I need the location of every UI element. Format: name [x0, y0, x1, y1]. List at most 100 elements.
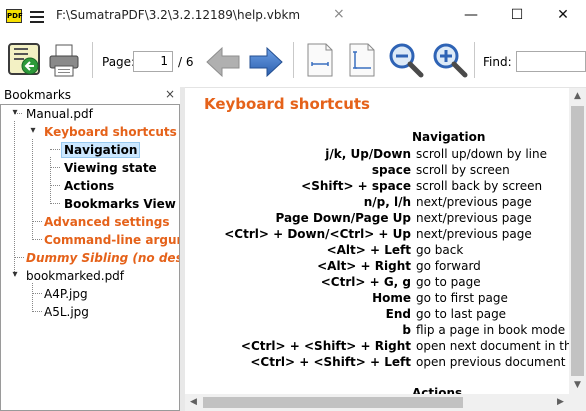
- bookmark-a4p-jpg[interactable]: A4P.jpg: [44, 286, 88, 302]
- find-input[interactable]: [516, 51, 586, 72]
- shortcut-row: space scroll by screen: [185, 162, 569, 178]
- zoom-out-icon[interactable]: [388, 42, 424, 78]
- shortcut-desc: flip a page in book mode: [416, 323, 566, 337]
- bookmark-navigation[interactable]: Navigation: [61, 142, 141, 158]
- bookmarks-title: Bookmarks: [4, 88, 72, 102]
- shortcut-desc: go back: [416, 243, 464, 257]
- close-button[interactable]: ✕: [540, 0, 586, 30]
- tree-expander-icon[interactable]: ▾: [28, 125, 38, 136]
- bookmarks-close-icon[interactable]: ×: [165, 87, 175, 101]
- shortcut-key: <Ctrl> + <Shift> + Right: [240, 339, 411, 353]
- toolbar: Page: 1 / 6 Find:: [0, 30, 586, 88]
- page-heading: Keyboard shortcuts: [204, 95, 370, 113]
- shortcut-row: <Ctrl> + <Shift> + Right open next docume…: [185, 338, 569, 354]
- shortcut-desc: go to page: [416, 275, 481, 289]
- shortcut-row: b flip a page in book mode: [185, 322, 569, 338]
- fit-page-icon[interactable]: [302, 42, 338, 78]
- shortcut-key: <Alt> + Left: [326, 243, 411, 257]
- horizontal-scroll-thumb[interactable]: [203, 397, 463, 408]
- shortcut-key: Page Down/Page Up: [275, 211, 411, 225]
- shortcut-desc: scroll up/down by line: [416, 147, 547, 161]
- tree-line: [14, 257, 24, 258]
- shortcut-row: End go to last page: [185, 306, 569, 322]
- tab-title[interactable]: F:\SumatraPDF\3.2\3.2.12189\help.vbkm: [56, 8, 300, 22]
- fit-width-icon[interactable]: [344, 42, 380, 78]
- bookmark-command-line[interactable]: Command-line argumen: [44, 232, 179, 248]
- scrollbar-corner: [569, 394, 586, 411]
- vertical-scrollbar[interactable]: ▲ ▼: [569, 88, 586, 394]
- scroll-right-icon[interactable]: ▶: [552, 394, 569, 411]
- section-title: Navigation: [412, 130, 486, 144]
- shortcut-desc: scroll by screen: [416, 163, 510, 177]
- shortcut-row: <Shift> + space scroll back by screen: [185, 178, 569, 194]
- tree-line: [50, 185, 60, 186]
- tree-line: [14, 121, 15, 276]
- shortcut-row: j/k, Up/Down scroll up/down by line: [185, 146, 569, 162]
- shortcut-row: <Ctrl> + G, g go to page: [185, 274, 569, 290]
- shortcut-row: Page Down/Page Up next/previous page: [185, 210, 569, 226]
- shortcut-key: End: [385, 307, 411, 321]
- zoom-in-icon[interactable]: [432, 42, 468, 78]
- shortcut-desc: next/previous page: [416, 211, 532, 225]
- shortcut-desc: go forward: [416, 259, 481, 273]
- tree-line: [50, 167, 60, 168]
- shortcut-key: <Alt> + Right: [317, 259, 411, 273]
- bookmark-manual-pdf[interactable]: Manual.pdf: [26, 106, 93, 122]
- shortcut-row: <Ctrl> + Down/<Ctrl> + Up next/previous p…: [185, 226, 569, 242]
- forward-arrow-icon[interactable]: [248, 44, 284, 80]
- scroll-left-icon[interactable]: ◀: [185, 394, 202, 411]
- shortcut-desc: scroll back by screen: [416, 179, 543, 193]
- bookmarks-tree: ▾ ▾ ▾ Manual.pdf Keyboard shortcuts Navi…: [0, 104, 180, 411]
- bookmark-actions[interactable]: Actions: [64, 178, 114, 194]
- menu-icon[interactable]: [30, 11, 44, 23]
- shortcut-desc: open previous document: [416, 355, 566, 369]
- back-arrow-icon[interactable]: [205, 44, 241, 80]
- shortcut-key: <Ctrl> + Down/<Ctrl> + Up: [224, 227, 411, 241]
- shortcut-row: Home go to first page: [185, 290, 569, 306]
- tree-line: [32, 139, 33, 240]
- shortcut-desc: next/previous page: [416, 227, 532, 241]
- bookmark-viewing-state[interactable]: Viewing state: [64, 160, 157, 176]
- page-number-input[interactable]: 1: [133, 51, 173, 72]
- tree-line: [32, 283, 33, 312]
- shortcut-row: <Alt> + Right go forward: [185, 258, 569, 274]
- tree-line: [50, 149, 60, 150]
- minimize-button[interactable]: —: [448, 0, 494, 30]
- toolbar-separator: [474, 42, 475, 78]
- shortcut-row: <Alt> + Left go back: [185, 242, 569, 258]
- scroll-up-icon[interactable]: ▲: [569, 88, 586, 105]
- shortcut-desc: open next document in th: [416, 339, 569, 353]
- page-label: Page:: [102, 55, 136, 69]
- vertical-scroll-thumb[interactable]: [571, 106, 584, 376]
- horizontal-scrollbar[interactable]: ◀ ▶: [185, 394, 569, 411]
- section-title-actions: Actions: [412, 386, 463, 394]
- scroll-down-icon[interactable]: ▼: [569, 377, 586, 394]
- print-icon[interactable]: [46, 42, 82, 78]
- shortcut-key: <Ctrl> + <Shift> + Left: [250, 355, 411, 369]
- tree-expander-icon[interactable]: ▾: [10, 107, 20, 118]
- open-file-icon[interactable]: [7, 42, 43, 78]
- shortcut-key: b: [402, 323, 411, 337]
- shortcut-desc: go to last page: [416, 307, 507, 321]
- tree-expander-icon[interactable]: ▾: [10, 269, 20, 280]
- maximize-button[interactable]: ☐: [494, 0, 540, 30]
- shortcut-desc: go to first page: [416, 291, 508, 305]
- bookmark-advanced-settings[interactable]: Advanced settings: [44, 214, 170, 230]
- shortcut-key: n/p, l/h: [363, 195, 411, 209]
- app-logo-icon: PDF: [6, 9, 23, 23]
- tree-line: [32, 293, 42, 294]
- bookmark-keyboard-shortcuts[interactable]: Keyboard shortcuts: [44, 124, 177, 140]
- bookmark-bookmarked-pdf[interactable]: bookmarked.pdf: [26, 268, 124, 284]
- toolbar-separator: [92, 42, 93, 78]
- bookmark-bookmarks-view[interactable]: Bookmarks View: [64, 196, 176, 212]
- tree-line: [32, 311, 42, 312]
- tree-line: [32, 239, 42, 240]
- tab-close-icon[interactable]: ×: [333, 6, 345, 22]
- shortcut-key: <Ctrl> + G, g: [320, 275, 411, 289]
- toolbar-separator: [293, 42, 294, 78]
- shortcut-key: Home: [372, 291, 411, 305]
- document-view[interactable]: Keyboard shortcuts Navigation j/k, Up/Do…: [185, 88, 569, 394]
- bookmark-dummy-sibling[interactable]: Dummy Sibling (no destinat: [26, 250, 179, 266]
- shortcut-row: n/p, l/h next/previous page: [185, 194, 569, 210]
- bookmark-a5l-jpg[interactable]: A5L.jpg: [44, 304, 89, 320]
